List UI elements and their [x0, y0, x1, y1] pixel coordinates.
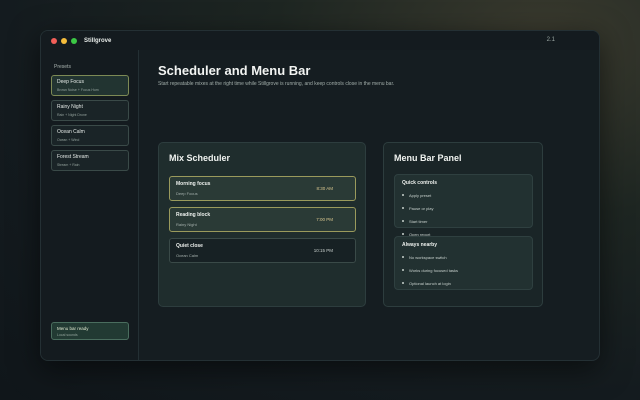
quick-control-apply-preset: Apply preset — [402, 193, 525, 198]
app-title: Stillgrove — [84, 37, 112, 44]
status-subtitle: Local sounds — [57, 333, 78, 337]
preset-deep-focus[interactable]: Deep Focus Brown Noise + Focus Hum — [51, 75, 129, 96]
schedule-time: 8:30 AM — [316, 186, 333, 191]
presets-heading: Presets — [54, 64, 71, 70]
menu-bar-status-card: Menu bar ready Local sounds — [51, 322, 129, 340]
page-subtitle: Start repeatable mixes at the right time… — [158, 81, 395, 87]
quick-controls-group: Quick controls Apply preset Pause or pla… — [394, 174, 533, 237]
preset-sounds: Brown Noise + Focus Hum — [57, 88, 99, 92]
nearby-focused-tasks: Works during focused tasks — [402, 268, 525, 273]
menu-bar-panel-title: Menu Bar Panel — [394, 153, 462, 163]
mix-scheduler-panel: Mix Scheduler Morning focus Deep Focus 8… — [158, 142, 366, 307]
quick-control-start-timer: Start timer — [402, 219, 525, 224]
zoom-window-button[interactable] — [71, 37, 77, 44]
schedule-item-quiet-close[interactable]: Quiet close Ocean Calm 10:15 PM — [169, 238, 356, 263]
menu-bar-panel: Menu Bar Panel Quick controls Apply pres… — [383, 142, 543, 307]
nearby-no-workspace-switch: No workspace switch — [402, 255, 525, 260]
preset-sounds: Ocean + Wind — [57, 138, 80, 142]
preset-ocean-calm[interactable]: Ocean Calm Ocean + Wind — [51, 125, 129, 146]
preset-name: Deep Focus — [57, 79, 84, 85]
quick-control-pause-play: Pause or play — [402, 206, 525, 211]
scheduler-title: Mix Scheduler — [169, 153, 231, 163]
close-window-button[interactable] — [51, 37, 57, 44]
preset-rainy-night[interactable]: Rainy Night Rain + Night Drone — [51, 100, 129, 121]
version-label: 2.1 — [546, 37, 555, 43]
main-content: Scheduler and Menu Bar Start repeatable … — [140, 50, 599, 360]
quick-controls-title: Quick controls — [402, 180, 438, 186]
schedule-preset: Ocean Calm — [176, 253, 199, 258]
schedule-preset: Deep Focus — [176, 191, 198, 196]
schedule-item-morning-focus[interactable]: Morning focus Deep Focus 8:30 AM — [169, 176, 356, 201]
nearby-launch-at-login: Optional launch at login — [402, 281, 525, 286]
preset-name: Rainy Night — [57, 104, 83, 110]
always-nearby-title: Always nearby — [402, 242, 438, 248]
status-title: Menu bar ready — [57, 326, 89, 331]
page-title: Scheduler and Menu Bar — [158, 63, 311, 78]
preset-sounds: Rain + Night Drone — [57, 113, 87, 117]
preset-name: Forest Stream — [57, 154, 89, 160]
sidebar: Presets Deep Focus Brown Noise + Focus H… — [41, 50, 139, 360]
always-nearby-group: Always nearby No workspace switch Works … — [394, 236, 533, 290]
minimize-window-button[interactable] — [61, 37, 67, 44]
preset-name: Ocean Calm — [57, 129, 85, 135]
schedule-time: 10:15 PM — [313, 248, 333, 253]
schedule-time: 7:00 PM — [316, 217, 333, 222]
preset-sounds: Stream + Rain — [57, 163, 80, 167]
schedule-preset: Rainy Night — [176, 222, 197, 227]
app-window: Stillgrove 2.1 Presets Deep Focus Brown … — [40, 30, 600, 361]
preset-forest-stream[interactable]: Forest Stream Stream + Rain — [51, 150, 129, 171]
title-bar: Stillgrove 2.1 — [41, 31, 599, 50]
schedule-item-reading-block[interactable]: Reading block Rainy Night 7:00 PM — [169, 207, 356, 232]
